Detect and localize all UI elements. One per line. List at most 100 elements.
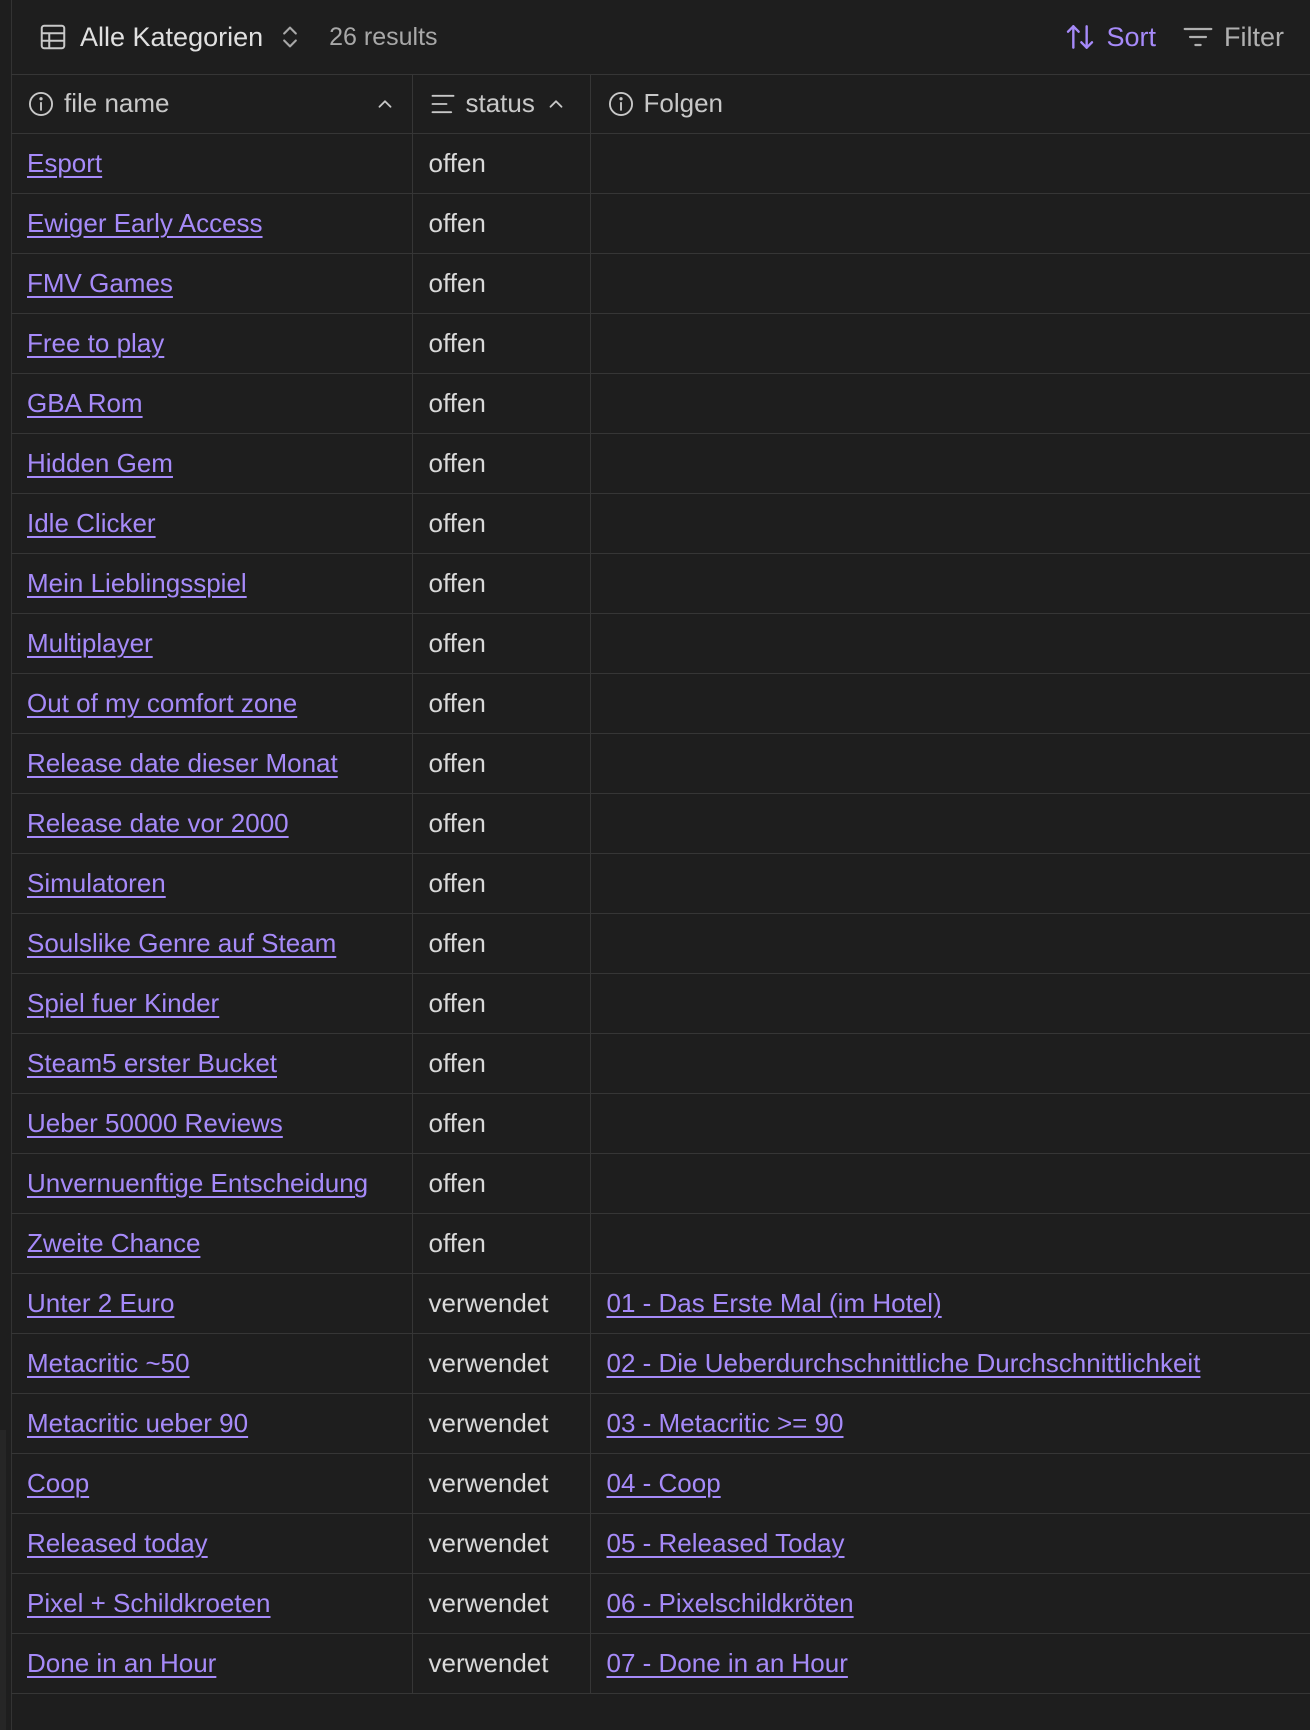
cell-status[interactable]: offen	[412, 433, 591, 494]
folge-link[interactable]: 01 - Das Erste Mal (im Hotel)	[607, 1288, 942, 1318]
column-header-file-name[interactable]: file name	[11, 74, 413, 134]
cell-folgen[interactable]: 03 - Metacritic >= 90	[590, 1393, 1310, 1454]
file-link[interactable]: Spiel fuer Kinder	[27, 988, 219, 1018]
cell-folgen[interactable]	[590, 973, 1310, 1034]
cell-status[interactable]: offen	[412, 1033, 591, 1094]
status-value: verwendet	[428, 1288, 549, 1318]
file-link[interactable]: FMV Games	[27, 268, 173, 298]
cell-folgen[interactable]	[590, 1153, 1310, 1214]
cell-status[interactable]: verwendet	[412, 1273, 591, 1334]
cell-status[interactable]: offen	[412, 133, 591, 194]
cell-folgen[interactable]	[590, 1093, 1310, 1154]
cell-status[interactable]: offen	[412, 313, 591, 374]
file-link[interactable]: Idle Clicker	[27, 508, 156, 538]
cell-status[interactable]: offen	[412, 973, 591, 1034]
info-circle-icon	[28, 91, 54, 116]
cell-status[interactable]: offen	[412, 373, 591, 434]
cell-status[interactable]: verwendet	[412, 1393, 591, 1454]
cell-status[interactable]: offen	[412, 553, 591, 614]
cell-status[interactable]: offen	[412, 193, 591, 254]
cell-status[interactable]: offen	[412, 853, 591, 914]
cell-status[interactable]: offen	[412, 913, 591, 974]
column-label: status	[465, 88, 535, 118]
folge-link[interactable]: 03 - Metacritic >= 90	[607, 1408, 844, 1438]
folge-link[interactable]: 04 - Coop	[607, 1468, 721, 1498]
cell-folgen[interactable]: 01 - Das Erste Mal (im Hotel)	[590, 1273, 1310, 1334]
cell-status[interactable]: offen	[412, 253, 591, 314]
cell-status[interactable]: offen	[412, 673, 591, 734]
cell-status[interactable]: offen	[412, 1153, 591, 1214]
cell-folgen[interactable]	[590, 553, 1310, 614]
cell-file-name: Ewiger Early Access	[11, 193, 413, 254]
table-row: Unvernuenftige Entscheidung offen	[11, 1153, 1310, 1214]
cell-folgen[interactable]: 07 - Done in an Hour	[590, 1633, 1310, 1694]
cell-status[interactable]: verwendet	[412, 1453, 591, 1514]
cell-folgen[interactable]	[590, 613, 1310, 674]
cell-folgen[interactable]	[590, 793, 1310, 854]
cell-status[interactable]: verwendet	[412, 1633, 591, 1694]
file-link[interactable]: Soulslike Genre auf Steam	[27, 928, 336, 958]
filter-button[interactable]: Filter	[1182, 21, 1284, 53]
folge-link[interactable]: 05 - Released Today	[607, 1528, 845, 1558]
cell-status[interactable]: offen	[412, 793, 591, 854]
cell-status[interactable]: verwendet	[412, 1573, 591, 1634]
file-link[interactable]: Pixel + Schildkroeten	[27, 1588, 271, 1618]
file-link[interactable]: Zweite Chance	[27, 1228, 200, 1258]
file-link[interactable]: Esport	[27, 148, 102, 178]
file-link[interactable]: Ewiger Early Access	[27, 208, 263, 238]
file-link[interactable]: Done in an Hour	[27, 1648, 216, 1678]
cell-folgen[interactable]	[590, 253, 1310, 314]
status-value: offen	[428, 808, 486, 838]
cell-folgen[interactable]	[590, 193, 1310, 254]
cell-folgen[interactable]: 06 - Pixelschildkröten	[590, 1573, 1310, 1634]
file-link[interactable]: Steam5 erster Bucket	[27, 1048, 277, 1078]
cell-folgen[interactable]	[590, 133, 1310, 194]
cell-file-name: Metacritic ~50	[11, 1333, 413, 1394]
cell-folgen[interactable]	[590, 733, 1310, 794]
cell-status[interactable]: offen	[412, 613, 591, 674]
cell-folgen[interactable]	[590, 1033, 1310, 1094]
folge-link[interactable]: 06 - Pixelschildkröten	[607, 1588, 854, 1618]
file-link[interactable]: Release date dieser Monat	[27, 748, 338, 778]
column-header-folgen[interactable]: Folgen	[590, 74, 1310, 134]
file-link[interactable]: Released today	[27, 1528, 208, 1558]
file-link[interactable]: Release date vor 2000	[27, 808, 289, 838]
file-link[interactable]: Ueber 50000 Reviews	[27, 1108, 283, 1138]
file-link[interactable]: Unvernuenftige Entscheidung	[27, 1168, 368, 1198]
cell-folgen[interactable]	[590, 433, 1310, 494]
cell-folgen[interactable]: 02 - Die Ueberdurchschnittliche Durchsch…	[590, 1333, 1310, 1394]
file-link[interactable]: GBA Rom	[27, 388, 143, 418]
cell-folgen[interactable]: 05 - Released Today	[590, 1513, 1310, 1574]
file-link[interactable]: Metacritic ueber 90	[27, 1408, 248, 1438]
cell-status[interactable]: offen	[412, 493, 591, 554]
cell-status[interactable]: verwendet	[412, 1513, 591, 1574]
file-link[interactable]: Multiplayer	[27, 628, 153, 658]
file-link[interactable]: Simulatoren	[27, 868, 166, 898]
cell-folgen[interactable]	[590, 373, 1310, 434]
cell-folgen[interactable]: 04 - Coop	[590, 1453, 1310, 1514]
cell-folgen[interactable]	[590, 913, 1310, 974]
folge-link[interactable]: 02 - Die Ueberdurchschnittliche Durchsch…	[607, 1348, 1201, 1378]
view-switcher[interactable]: Alle Kategorien	[38, 22, 301, 53]
cell-folgen[interactable]	[590, 853, 1310, 914]
file-link[interactable]: Metacritic ~50	[27, 1348, 190, 1378]
file-link[interactable]: Out of my comfort zone	[27, 688, 297, 718]
folge-link[interactable]: 07 - Done in an Hour	[607, 1648, 848, 1678]
file-link[interactable]: Mein Lieblingsspiel	[27, 568, 247, 598]
file-link[interactable]: Coop	[27, 1468, 89, 1498]
column-header-status[interactable]: status	[412, 74, 591, 134]
cell-status[interactable]: verwendet	[412, 1333, 591, 1394]
cell-folgen[interactable]	[590, 1213, 1310, 1274]
sort-button[interactable]: Sort	[1064, 21, 1156, 53]
file-link[interactable]: Hidden Gem	[27, 448, 173, 478]
cell-file-name: Coop	[11, 1453, 413, 1514]
file-link[interactable]: Free to play	[27, 328, 164, 358]
cell-folgen[interactable]	[590, 493, 1310, 554]
file-link[interactable]: Unter 2 Euro	[27, 1288, 174, 1318]
column-label: file name	[64, 88, 170, 118]
cell-folgen[interactable]	[590, 313, 1310, 374]
cell-status[interactable]: offen	[412, 1213, 591, 1274]
cell-status[interactable]: offen	[412, 733, 591, 794]
cell-folgen[interactable]	[590, 673, 1310, 734]
cell-status[interactable]: offen	[412, 1093, 591, 1154]
